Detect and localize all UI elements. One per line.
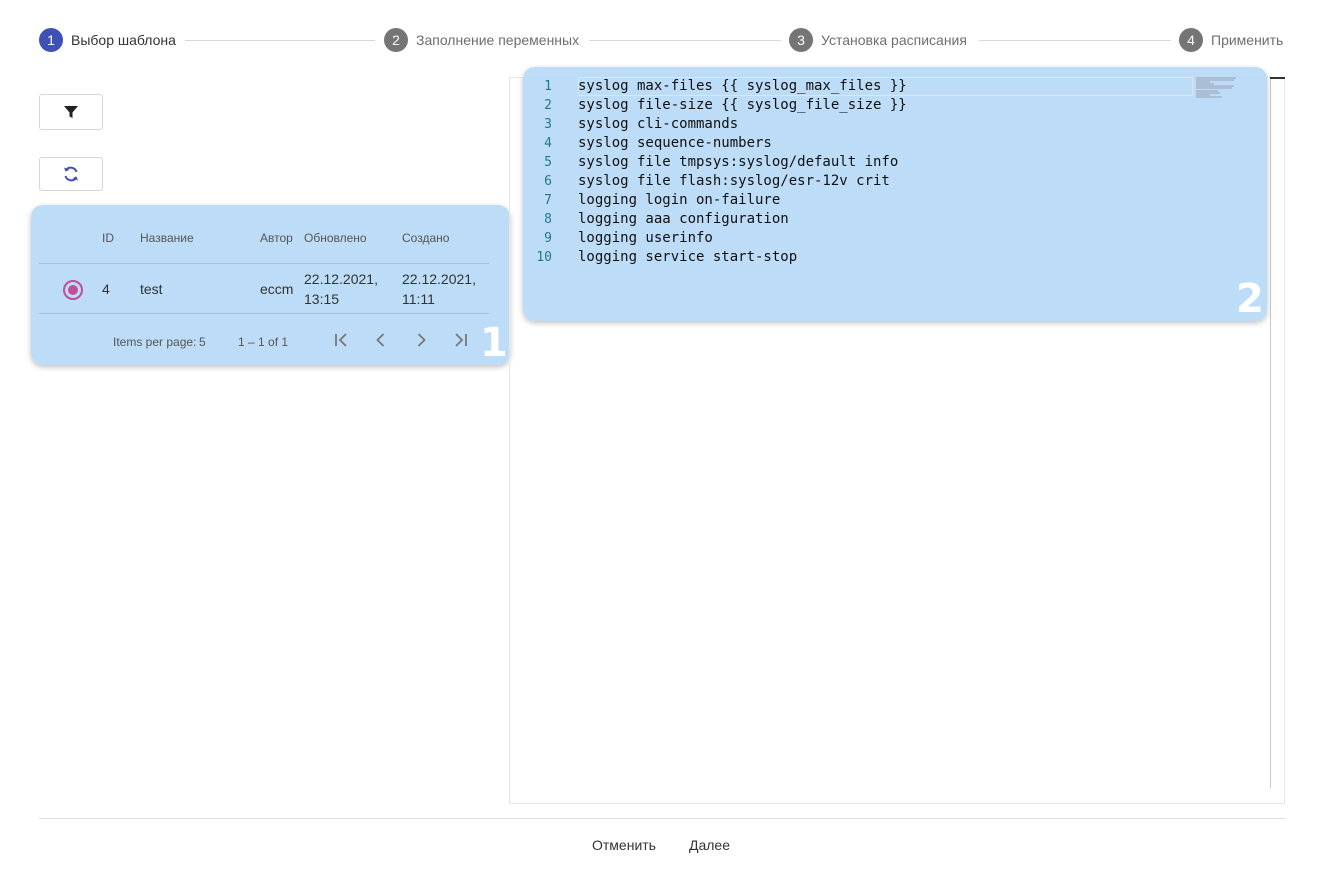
code-line[interactable]: 4 syslog sequence-numbers <box>530 134 1270 153</box>
step-connector <box>979 40 1171 41</box>
line-number: 5 <box>544 155 552 170</box>
highlight-marker-2: 2 <box>1236 276 1264 322</box>
line-text: syslog file tmpsys:syslog/default info <box>578 154 899 170</box>
line-number: 4 <box>544 136 552 151</box>
first-page-icon <box>335 333 347 347</box>
cell-created: 22.12.2021, 11:11 <box>402 269 476 309</box>
row-select-radio[interactable] <box>63 280 83 300</box>
cell-author: eccm <box>260 281 294 297</box>
cell-id: 4 <box>102 281 110 297</box>
step-2-label: Заполнение переменных <box>416 32 580 48</box>
code-line[interactable]: 3 syslog cli-commands <box>530 115 1270 134</box>
last-page-button[interactable] <box>451 331 471 351</box>
line-number: 7 <box>544 193 552 208</box>
step-3-label: Установка расписания <box>821 32 967 48</box>
line-number: 9 <box>544 231 552 246</box>
line-text: logging service start-stop <box>578 249 798 265</box>
refresh-icon <box>64 166 78 182</box>
code-line[interactable]: 1 syslog max-files {{ syslog_max_files }} <box>530 77 1270 96</box>
next-page-button[interactable] <box>411 331 431 351</box>
table-row[interactable]: 4 test eccm 22.12.2021, 13:15 22.12.2021… <box>39 265 489 314</box>
editor-code[interactable]: 1 syslog max-files {{ syslog_max_files }}… <box>530 77 1270 267</box>
paginator: Items per page: 5 1 – 1 of 1 <box>39 321 489 361</box>
chevron-left-icon <box>376 333 385 347</box>
editor-scrollbar[interactable] <box>1270 78 1271 788</box>
line-text: syslog file flash:syslog/esr-12v crit <box>578 173 890 189</box>
header-created[interactable]: Создано <box>402 231 449 245</box>
header-name[interactable]: Название <box>140 231 194 245</box>
cell-updated-time: 13:15 <box>304 291 340 307</box>
line-text: logging login on-failure <box>578 192 781 208</box>
step-3[interactable]: 3 Установка расписания <box>789 28 967 52</box>
chevron-right-icon <box>417 333 426 347</box>
stepper: 1 Выбор шаблона 2 Заполнение переменных … <box>39 28 1285 52</box>
step-connector <box>185 40 375 41</box>
header-updated[interactable]: Обновлено <box>304 231 367 245</box>
code-line[interactable]: 9 logging userinfo <box>530 229 1270 248</box>
code-line[interactable]: 8 logging aaa configuration <box>530 210 1270 229</box>
step-1-number: 1 <box>39 28 63 52</box>
code-line[interactable]: 5 syslog file tmpsys:syslog/default info <box>530 153 1270 172</box>
code-line[interactable]: 7 logging login on-failure <box>530 191 1270 210</box>
cell-created-time: 11:11 <box>402 291 435 307</box>
cell-name: test <box>140 281 163 297</box>
refresh-button[interactable] <box>39 157 103 191</box>
items-per-page-label: Items per page: <box>113 335 197 349</box>
prev-page-button[interactable] <box>371 331 391 351</box>
step-1[interactable]: 1 Выбор шаблона <box>39 28 176 52</box>
step-4[interactable]: 4 Применить <box>1179 28 1283 52</box>
line-text: syslog cli-commands <box>578 116 739 132</box>
line-number: 3 <box>544 117 552 132</box>
line-text: logging userinfo <box>578 230 713 246</box>
line-number: 10 <box>536 250 552 265</box>
step-2-number: 2 <box>384 28 408 52</box>
line-text: logging aaa configuration <box>578 211 789 227</box>
last-page-icon <box>455 333 467 347</box>
range-label: 1 – 1 of 1 <box>238 335 289 349</box>
filter-button[interactable] <box>39 94 103 130</box>
footer-divider <box>39 818 1285 819</box>
step-2[interactable]: 2 Заполнение переменных <box>384 28 579 52</box>
code-line[interactable]: 10 logging service start-stop <box>530 248 1270 267</box>
step-connector <box>589 40 781 41</box>
cell-updated-date: 22.12.2021, <box>304 271 378 287</box>
line-number: 8 <box>544 212 552 227</box>
step-4-number: 4 <box>1179 28 1203 52</box>
cell-updated: 22.12.2021, 13:15 <box>304 269 378 309</box>
header-author[interactable]: Автор <box>260 231 293 245</box>
next-button[interactable]: Далее <box>689 837 730 853</box>
line-number: 6 <box>544 174 552 189</box>
line-text: syslog file-size {{ syslog_file_size }} <box>578 97 907 113</box>
code-line[interactable]: 2 syslog file-size {{ syslog_file_size }} <box>530 96 1270 115</box>
line-text: syslog max-files {{ syslog_max_files }} <box>578 78 907 94</box>
filter-icon <box>64 106 78 118</box>
step-1-label: Выбор шаблона <box>71 32 176 48</box>
header-id[interactable]: ID <box>102 231 114 245</box>
code-line[interactable]: 6 syslog file flash:syslog/esr-12v crit <box>530 172 1270 191</box>
line-number: 1 <box>544 79 552 94</box>
cancel-button[interactable]: Отменить <box>592 837 656 853</box>
line-number: 2 <box>544 98 552 113</box>
step-4-label: Применить <box>1211 32 1284 48</box>
step-3-number: 3 <box>789 28 813 52</box>
cell-created-date: 22.12.2021, <box>402 271 476 287</box>
first-page-button[interactable] <box>331 331 351 351</box>
editor-ruler <box>1270 77 1285 79</box>
items-per-page-select[interactable]: 5 <box>199 335 206 349</box>
table-header: ID Название Автор Обновлено Создано <box>39 220 489 264</box>
line-text: syslog sequence-numbers <box>578 135 772 151</box>
